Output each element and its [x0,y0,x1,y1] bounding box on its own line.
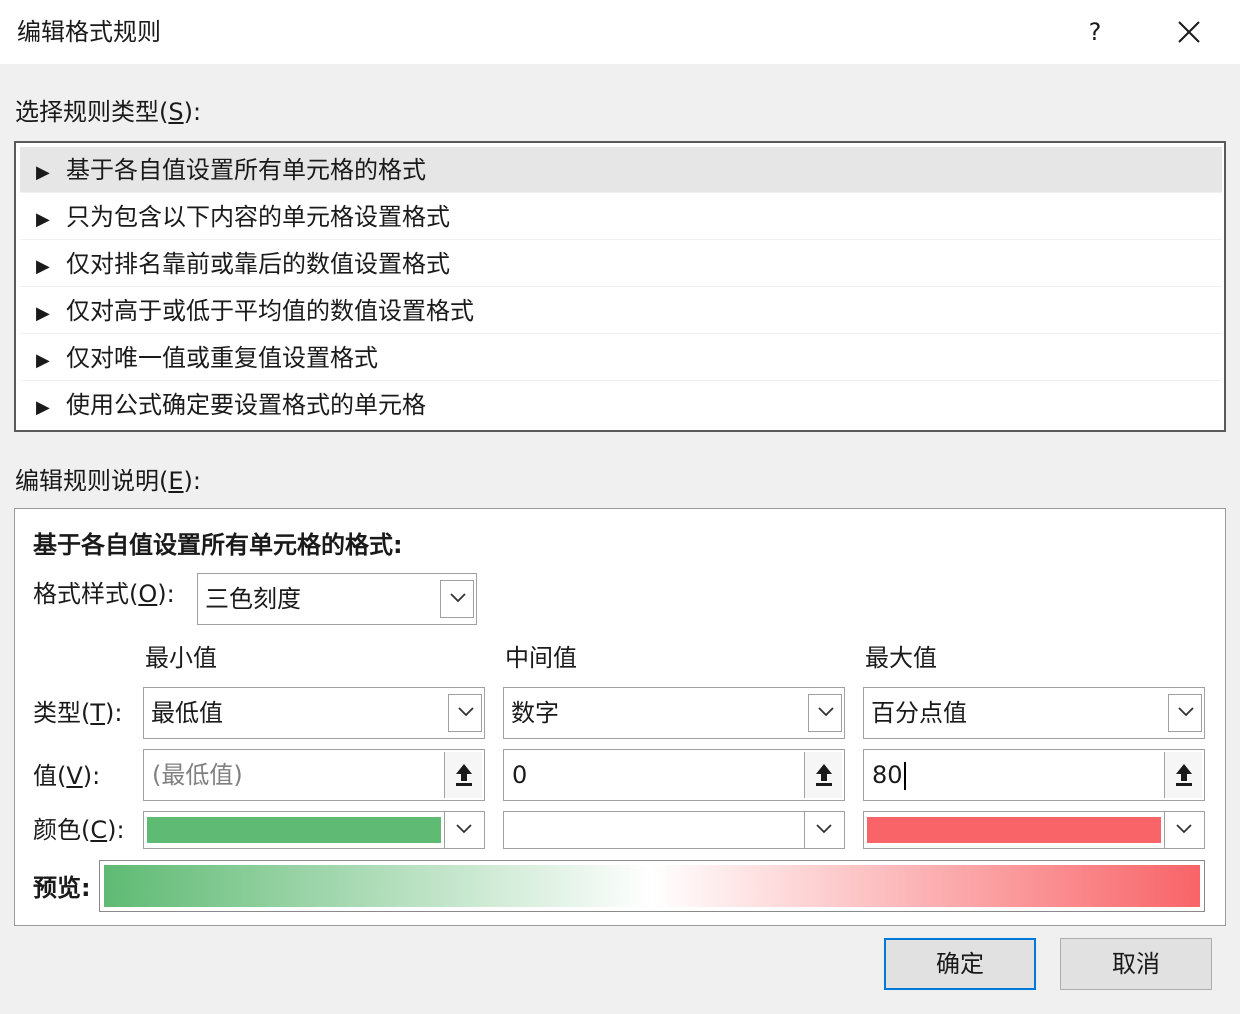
chevron-down-icon [804,812,844,848]
mid-column-header: 中间值 [505,644,577,672]
format-style-label: 格式样式(O): [33,580,175,608]
chevron-down-icon [808,694,842,732]
collapse-arrow-icon [1176,764,1192,786]
expand-arrow-icon: ▶ [36,162,50,183]
mid-color-picker[interactable] [503,811,845,849]
rule-type-item-formula[interactable]: ▶ 使用公式确定要设置格式的单元格 [20,382,1222,428]
collapse-dialog-button[interactable] [1164,752,1202,798]
help-button[interactable]: ? [1070,10,1120,54]
expand-arrow-icon: ▶ [36,209,50,230]
mid-color-swatch [507,817,801,843]
description-heading: 基于各自值设置所有单元格的格式: [33,531,403,559]
chevron-down-icon [448,694,482,732]
color-row-label: 颜色(C): [33,816,125,844]
preview-box [99,860,1205,912]
max-type-dropdown[interactable]: 百分点值 [863,687,1205,739]
max-color-picker[interactable] [863,811,1205,849]
rule-type-item-above-below-average[interactable]: ▶ 仅对高于或低于平均值的数值设置格式 [20,288,1222,334]
ok-button[interactable]: 确定 [884,938,1036,990]
color-scale-preview [104,865,1200,907]
rule-type-item-unique-duplicate[interactable]: ▶ 仅对唯一值或重复值设置格式 [20,335,1222,381]
collapse-arrow-icon [816,764,832,786]
rule-description-label: 编辑规则说明(E): [15,467,201,495]
min-color-swatch [147,817,441,843]
chevron-down-icon [444,812,484,848]
cancel-button[interactable]: 取消 [1060,938,1212,990]
min-column-header: 最小值 [145,644,217,672]
rule-description-panel: 基于各自值设置所有单元格的格式: 格式样式(O): 三色刻度 最小值 中间值 最… [14,508,1226,926]
collapse-dialog-button[interactable] [804,752,842,798]
format-style-dropdown[interactable]: 三色刻度 [197,573,477,625]
preview-label: 预览: [33,874,91,902]
rule-type-list[interactable]: ▶ 基于各自值设置所有单元格的格式 ▶ 只为包含以下内容的单元格设置格式 ▶ 仅对排名… [14,141,1226,432]
rule-type-item-top-bottom[interactable]: ▶ 仅对排名靠前或靠后的数值设置格式 [20,241,1222,287]
expand-arrow-icon: ▶ [36,256,50,277]
collapse-arrow-icon [456,764,472,786]
value-row-label: 值(V): [33,762,101,790]
close-icon [1178,21,1200,43]
max-color-swatch [867,817,1161,843]
max-value-input[interactable]: 80 [863,749,1205,801]
collapse-dialog-button[interactable] [444,752,482,798]
min-color-picker[interactable] [143,811,485,849]
dialog-title: 编辑格式规则 [17,18,161,46]
expand-arrow-icon: ▶ [36,397,50,418]
min-type-dropdown[interactable]: 最低值 [143,687,485,739]
chevron-down-icon [440,580,474,618]
mid-type-dropdown[interactable]: 数字 [503,687,845,739]
chevron-down-icon [1164,812,1204,848]
min-value-input[interactable]: (最低值) [143,749,485,801]
rule-type-label: 选择规则类型(S): [15,98,202,126]
rule-type-item-contains[interactable]: ▶ 只为包含以下内容的单元格设置格式 [20,194,1222,240]
chevron-down-icon [1168,694,1202,732]
rule-type-item-each-value[interactable]: ▶ 基于各自值设置所有单元格的格式 [20,147,1222,193]
max-column-header: 最大值 [865,644,937,672]
expand-arrow-icon: ▶ [36,303,50,324]
mid-value-input[interactable]: 0 [503,749,845,801]
type-row-label: 类型(T): [33,699,123,727]
text-caret [903,762,906,790]
expand-arrow-icon: ▶ [36,350,50,371]
title-bar: 编辑格式规则 ? [0,0,1240,64]
close-button[interactable] [1162,10,1216,54]
